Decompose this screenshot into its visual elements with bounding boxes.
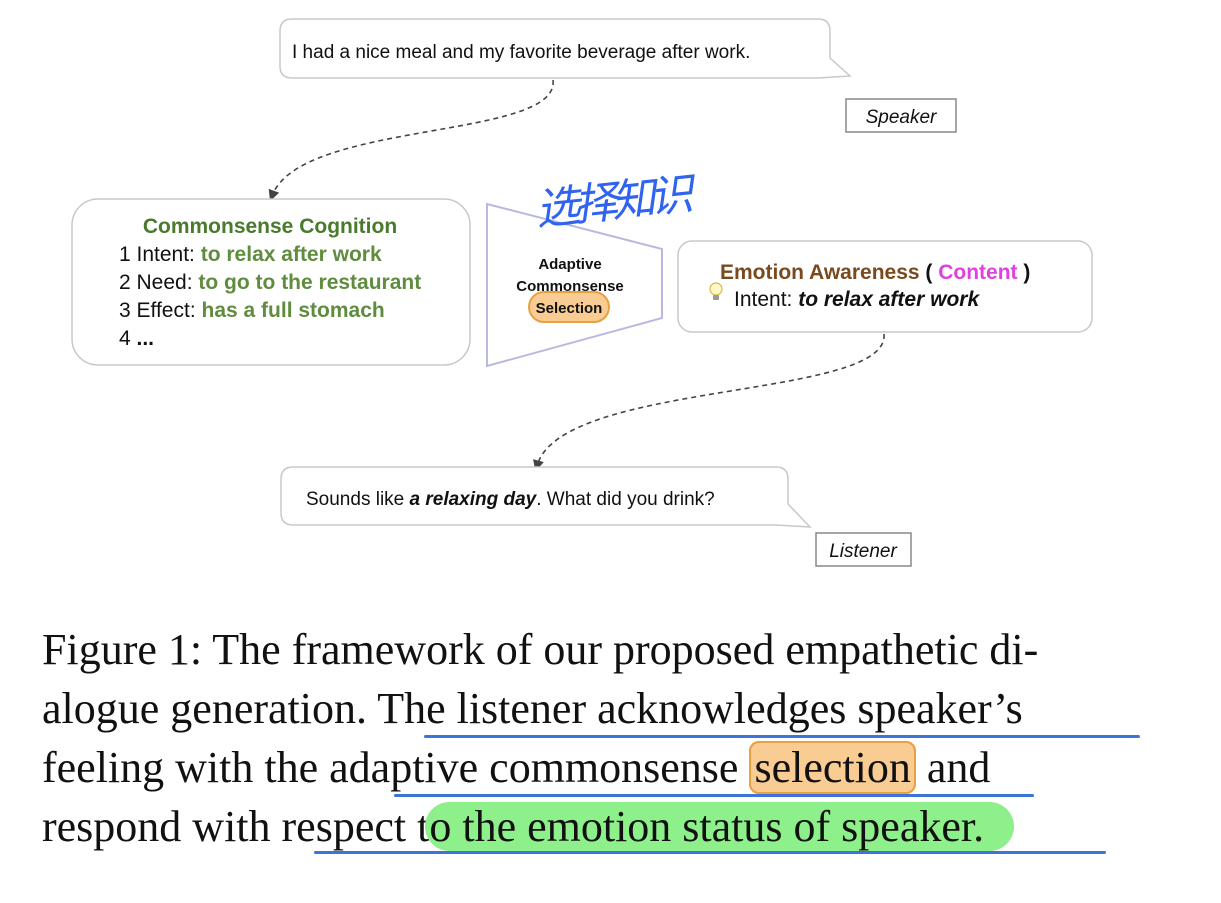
caption-line-3: feeling with the adaptive commonsense se…	[42, 738, 1192, 797]
selector-line-1: Adaptive	[538, 256, 601, 273]
speaker-label: Speaker	[866, 107, 937, 128]
framework-diagram: I had a nice meal and my favorite bevera…	[71, 18, 1093, 567]
caption-line-1: Figure 1: The framework of our proposed …	[42, 625, 1039, 674]
commonsense-item-2: 2 Need: to go to the restaurant	[119, 271, 421, 294]
listener-bubble: Sounds like a relaxing day. What did you…	[280, 466, 812, 528]
arrow-speaker-to-commonsense	[268, 79, 554, 202]
emotion-status-highlight: o the emotion status of speaker.	[425, 802, 1015, 851]
caption-line-4: respond with respect to the emotion stat…	[42, 797, 1192, 856]
underline-3	[314, 851, 1106, 854]
emotion-intent: Intent: to relax after work	[734, 288, 980, 311]
caption-line-2: alogue generation. The listener acknowle…	[42, 679, 1192, 738]
commonsense-box: Commonsense Cognition 1 Intent: to relax…	[71, 198, 471, 366]
emotion-title-line: Emotion Awareness ( Content )	[720, 261, 1030, 284]
listener-utterance: Sounds like a relaxing day. What did you…	[306, 489, 715, 510]
speaker-label-box: Speaker	[845, 98, 957, 133]
listener-label-box: Listener	[815, 532, 912, 567]
selection-highlight: selection	[749, 741, 916, 794]
figure-caption: Figure 1: The framework of our proposed …	[42, 620, 1192, 856]
speaker-utterance: I had a nice meal and my favorite bevera…	[292, 42, 750, 63]
commonsense-item-1: 1 Intent: to relax after work	[119, 243, 382, 266]
speaker-bubble: I had a nice meal and my favorite bevera…	[279, 18, 852, 79]
commonsense-item-4: 4 ...	[119, 327, 154, 350]
selection-badge-label: Selection	[536, 300, 603, 317]
arrow-emotion-to-listener	[533, 333, 885, 472]
emotion-box: Emotion Awareness ( Content ) Intent: to…	[677, 240, 1093, 333]
commonsense-item-3: 3 Effect: has a full stomach	[119, 299, 385, 322]
commonsense-title: Commonsense Cognition	[143, 215, 397, 238]
listener-label: Listener	[829, 541, 897, 562]
